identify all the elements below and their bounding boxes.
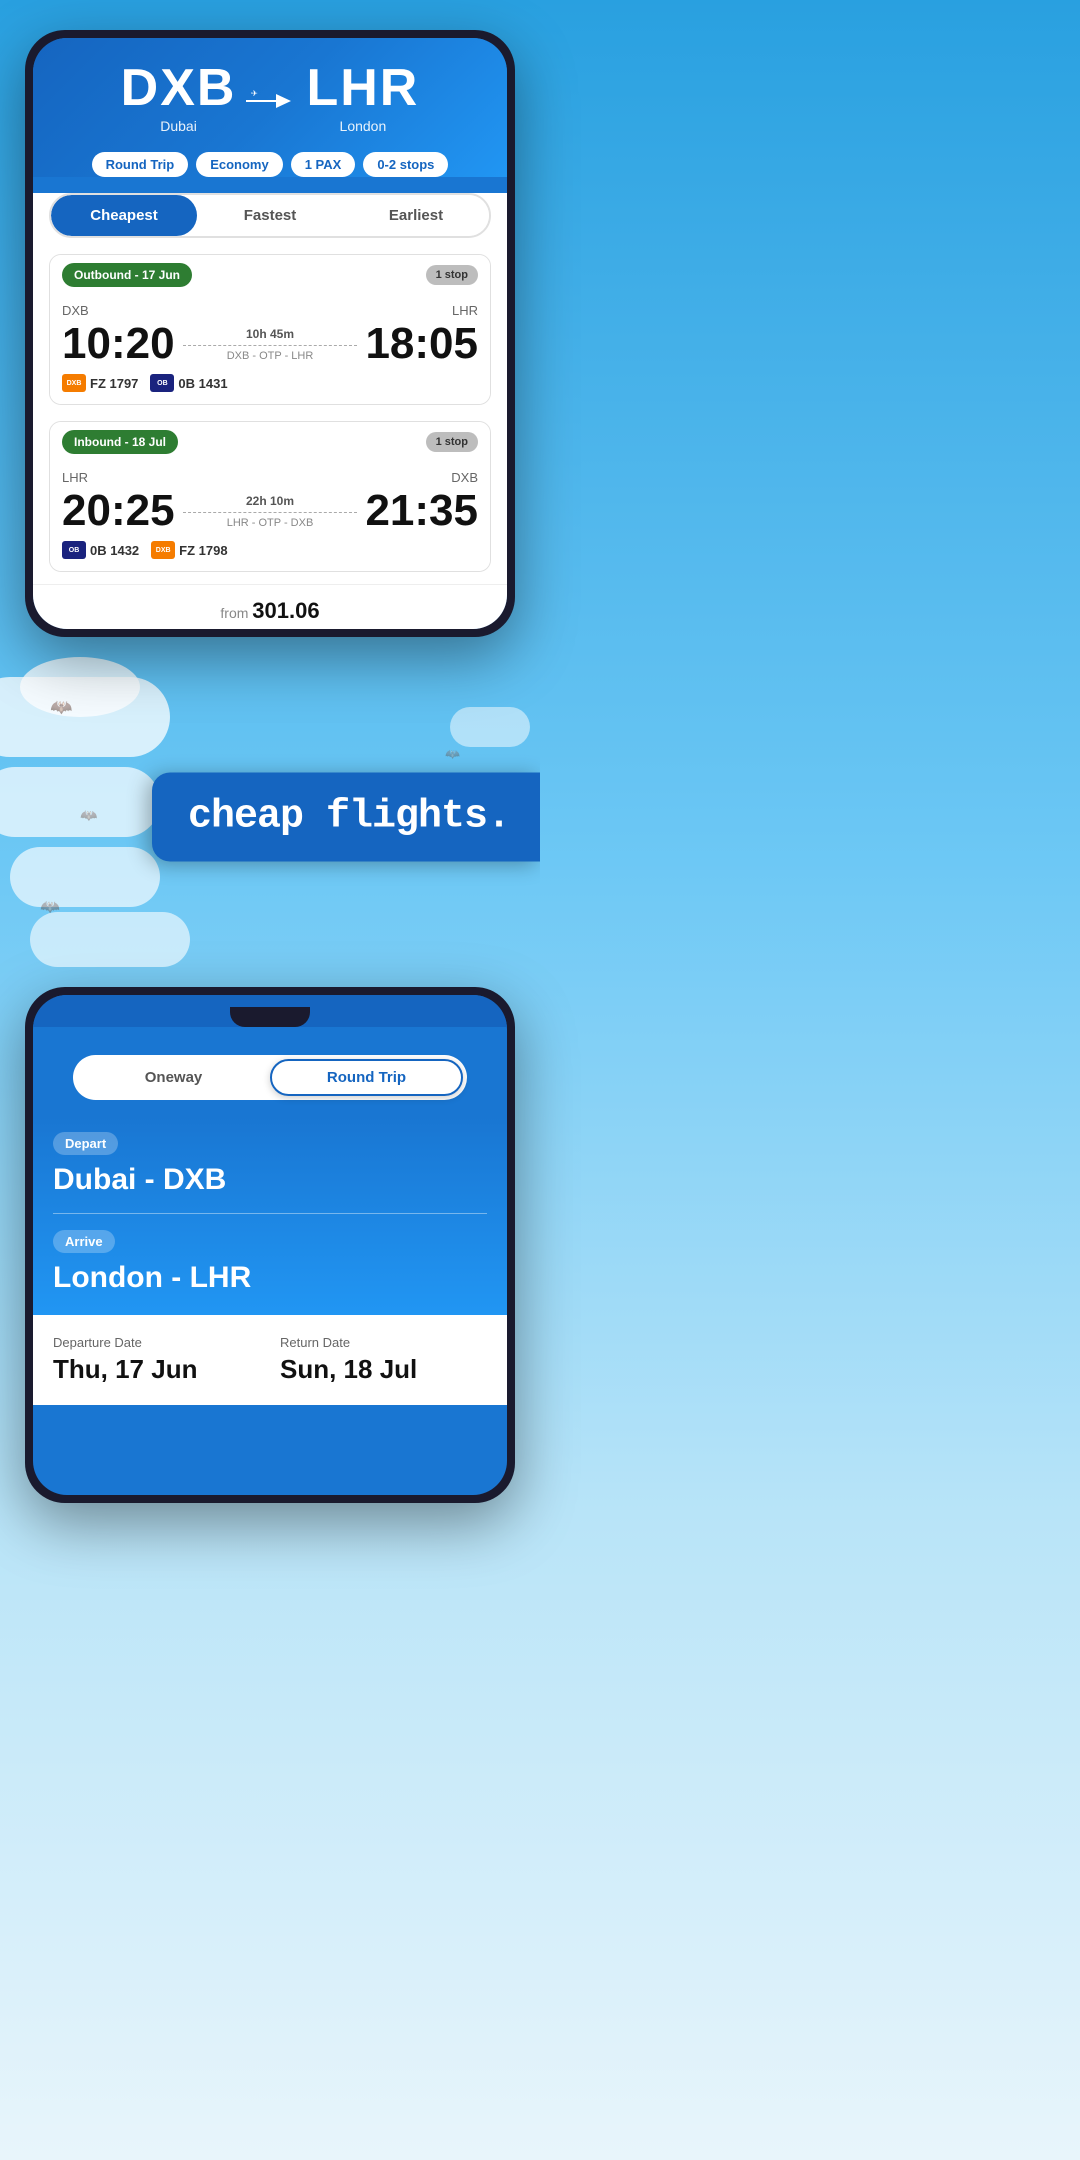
inbound-depart: 20:25 [62, 489, 175, 533]
toggle-wrapper: Oneway Round Trip [33, 1027, 507, 1100]
cloud-5 [450, 707, 530, 747]
phone-2-section: Oneway Round Trip Depart Dubai - DXB Arr… [0, 987, 540, 1523]
phone-notch [230, 1007, 310, 1027]
outbound-airports-row: DXB LHR [62, 303, 478, 318]
inbound-airlines: OB 0B 1432 DXB FZ 1798 [62, 541, 478, 559]
inbound-time-row: 20:25 22h 10m LHR - OTP - DXB 21:35 [62, 489, 478, 533]
outbound-header: Outbound - 17 Jun 1 stop [50, 255, 490, 295]
toggle-roundtrip[interactable]: Round Trip [270, 1059, 463, 1096]
tab-bar[interactable]: Cheapest Fastest Earliest [49, 193, 491, 238]
toggle-oneway[interactable]: Oneway [77, 1059, 270, 1096]
outbound-airline1-code: FZ 1797 [90, 376, 138, 391]
outbound-route: DXB - OTP - LHR [183, 350, 358, 362]
bat-3: 🦇 [40, 897, 60, 917]
inbound-airline1: OB 0B 1432 [62, 541, 139, 559]
phone2-body: Depart Dubai - DXB Arrive London - LHR [33, 1116, 507, 1315]
price-value: 301.06 [252, 598, 319, 623]
banner-text: cheap flights. [188, 795, 510, 840]
cloud-3 [10, 847, 160, 907]
inbound-section: Inbound - 18 Jul 1 stop LHR DXB 20:25 [49, 421, 491, 572]
inbound-arrive: 21:35 [365, 489, 478, 533]
airports-display: DXB Dubai ✈ LHR London [53, 58, 487, 144]
airline2-logo: OB [150, 374, 174, 392]
arrive-label: Arrive [53, 1230, 115, 1253]
depart-value[interactable]: Dubai - DXB [53, 1163, 487, 1197]
inbound-to: DXB [451, 470, 478, 485]
inbound-stops: 1 stop [426, 432, 478, 452]
inbound-duration-info: 22h 10m LHR - OTP - DXB [183, 494, 358, 529]
outbound-depart: 10:20 [62, 322, 175, 366]
outbound-detail: DXB LHR 10:20 10h 45m DXB - OTP - LHR [50, 295, 490, 404]
outbound-airline1: DXB FZ 1797 [62, 374, 138, 392]
inbound-header: Inbound - 18 Jul 1 stop [50, 422, 490, 462]
dest-code: LHR [306, 58, 419, 118]
outbound-duration-info: 10h 45m DXB - OTP - LHR [183, 327, 358, 362]
outbound-stops: 1 stop [426, 265, 478, 285]
middle-section: 🦇 🦇 🦇 🦇 cheap flights. [0, 647, 540, 987]
inbound-airline2: DXB FZ 1798 [151, 541, 227, 559]
svg-text:✈: ✈ [251, 89, 258, 98]
inbound-detail: LHR DXB 20:25 22h 10m LHR - OTP - DXB [50, 462, 490, 571]
outbound-airlines: DXB FZ 1797 OB 0B 1431 [62, 374, 478, 392]
inbound-route: LHR - OTP - DXB [183, 517, 358, 529]
outbound-duration: 10h 45m [183, 327, 358, 341]
trip-type-toggle[interactable]: Oneway Round Trip [73, 1055, 467, 1100]
cheap-flights-banner: cheap flights. [152, 773, 540, 862]
inbound-airline2-code: FZ 1798 [179, 543, 227, 558]
inbound-duration: 22h 10m [183, 494, 358, 508]
outbound-airline2: OB 0B 1431 [150, 374, 227, 392]
cloud-4 [30, 912, 190, 967]
outbound-section: Outbound - 17 Jun 1 stop DXB LHR 10:20 [49, 254, 491, 405]
badge-stops[interactable]: 0-2 stops [363, 152, 448, 177]
origin-name: Dubai [121, 118, 237, 134]
phone-1: DXB Dubai ✈ LHR London [25, 30, 515, 637]
inbound-from: LHR [62, 470, 88, 485]
inbound-airline1-code: 0B 1432 [90, 543, 139, 558]
departure-date-label: Departure Date [53, 1335, 260, 1350]
return-date-field: Return Date Sun, 18 Jul [280, 1335, 487, 1385]
airline1-logo: DXB [62, 374, 86, 392]
cloud-1b [20, 657, 140, 717]
inbound-airports-row: LHR DXB [62, 470, 478, 485]
origin-code: DXB [121, 58, 237, 118]
phone2-bottom: Departure Date Thu, 17 Jun Return Date S… [33, 1315, 507, 1405]
bat-2: 🦇 [80, 807, 97, 824]
arrive-field: Arrive London - LHR [53, 1230, 487, 1315]
outbound-airline2-code: 0B 1431 [178, 376, 227, 391]
badge-economy[interactable]: Economy [196, 152, 283, 177]
departure-date-field: Departure Date Thu, 17 Jun [53, 1335, 260, 1385]
arrive-value[interactable]: London - LHR [53, 1261, 487, 1295]
departure-date-value[interactable]: Thu, 17 Jun [53, 1354, 260, 1385]
tab-fastest[interactable]: Fastest [197, 195, 343, 236]
depart-label: Depart [53, 1132, 118, 1155]
phone1-header: DXB Dubai ✈ LHR London [33, 38, 507, 177]
outbound-to: LHR [452, 303, 478, 318]
badge-pax[interactable]: 1 PAX [291, 152, 356, 177]
flight-arrow: ✈ [246, 86, 296, 116]
phone2-notch-area [33, 995, 507, 1027]
outbound-time-row: 10:20 10h 45m DXB - OTP - LHR 18:05 [62, 322, 478, 366]
tab-cheapest[interactable]: Cheapest [51, 195, 197, 236]
filter-badges: Round Trip Economy 1 PAX 0-2 stops [53, 152, 487, 177]
price-preview: from 301.06 [33, 584, 507, 629]
inbound-label: Inbound - 18 Jul [62, 430, 178, 454]
return-date-label: Return Date [280, 1335, 487, 1350]
phone1-body: Cheapest Fastest Earliest Outbound - 17 … [33, 193, 507, 629]
depart-field: Depart Dubai - DXB [53, 1116, 487, 1197]
dest-name: London [306, 118, 419, 134]
dates-row: Departure Date Thu, 17 Jun Return Date S… [53, 1335, 487, 1385]
outbound-label: Outbound - 17 Jun [62, 263, 192, 287]
outbound-from: DXB [62, 303, 89, 318]
bat-1: 🦇 [50, 697, 72, 718]
badge-round-trip[interactable]: Round Trip [92, 152, 189, 177]
field-divider-1 [53, 1213, 487, 1214]
cloud-2 [0, 767, 160, 837]
bat-4: 🦇 [445, 747, 460, 761]
inbound-airline1-logo: OB [62, 541, 86, 559]
return-date-value[interactable]: Sun, 18 Jul [280, 1354, 487, 1385]
inbound-airline2-logo: DXB [151, 541, 175, 559]
tab-earliest[interactable]: Earliest [343, 195, 489, 236]
phone-2: Oneway Round Trip Depart Dubai - DXB Arr… [25, 987, 515, 1503]
outbound-arrive: 18:05 [365, 322, 478, 366]
